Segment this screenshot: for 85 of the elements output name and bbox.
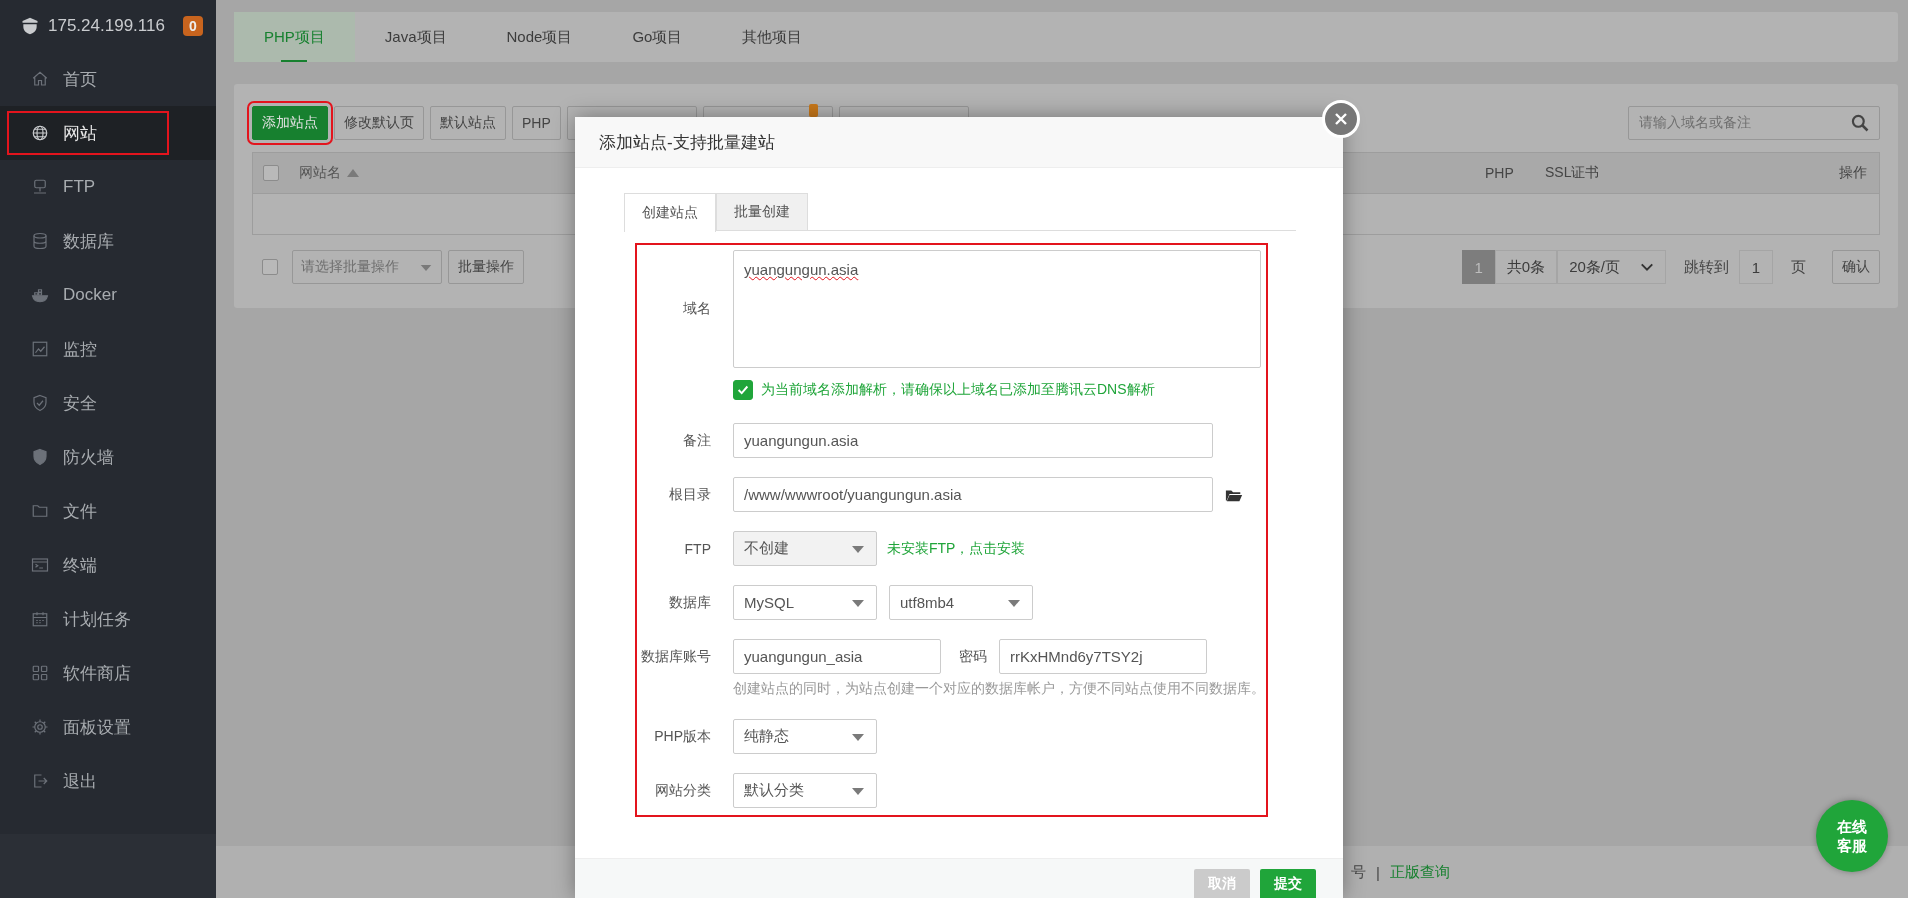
text-field[interactable]: /www/wwwroot/yuangungun.asia <box>733 477 1213 512</box>
sidebar-item[interactable]: 网站 <box>0 106 216 160</box>
toolbar-button[interactable]: PHP <box>512 106 561 140</box>
home-icon <box>31 70 49 88</box>
chart-icon <box>31 340 49 358</box>
check-icon <box>736 383 750 397</box>
search-icon <box>1850 113 1870 133</box>
sidebar-item[interactable]: 监控 <box>0 322 216 376</box>
exit-icon <box>31 772 49 790</box>
field-label: 数据库账号 <box>640 647 711 666</box>
column-header: PHP <box>1485 165 1515 181</box>
search-placeholder: 请输入域名或备注 <box>1639 114 1751 132</box>
text-field[interactable]: yuangungun_asia <box>733 639 941 674</box>
project-tab[interactable]: Node项目 <box>476 12 603 62</box>
database-icon <box>31 232 49 250</box>
project-tab[interactable]: Go项目 <box>602 12 713 62</box>
column-header[interactable]: 网站名 <box>299 164 341 182</box>
settings-icon <box>31 718 49 736</box>
column-header: SSL证书 <box>1545 164 1601 182</box>
select-all-checkbox[interactable] <box>263 165 279 181</box>
terminal-icon <box>31 556 49 574</box>
shield-icon <box>31 448 49 466</box>
project-tab[interactable]: 其他项目 <box>712 12 833 62</box>
field-label: 网站分类 <box>654 781 711 800</box>
field-label: 根目录 <box>668 485 711 504</box>
sort-icon <box>347 169 359 177</box>
confirm-button[interactable]: 确认 <box>1832 250 1880 284</box>
goto-label: 跳转到 <box>1684 257 1729 277</box>
sidebar-item[interactable]: 安全 <box>0 376 216 430</box>
calendar-icon <box>31 610 49 628</box>
toolbar-button[interactable]: 修改默认页 <box>334 106 424 140</box>
grid-icon <box>31 664 49 682</box>
sidebar-item[interactable]: 软件商店 <box>0 646 216 700</box>
dropdown[interactable]: MySQL <box>733 585 877 620</box>
password-field[interactable]: rrKxHMnd6y7TSY2j <box>999 639 1207 674</box>
notification-badge[interactable]: 0 <box>182 16 203 36</box>
field-label: PHP版本 <box>653 727 711 746</box>
close-icon <box>1333 111 1349 127</box>
sidebar-item[interactable]: 退出 <box>0 754 216 808</box>
field-label: FTP <box>683 540 711 557</box>
folder-icon <box>31 502 49 520</box>
submit-button[interactable]: 提交 <box>1260 869 1316 898</box>
project-tab[interactable]: Java项目 <box>354 12 477 62</box>
page-unit: 页 <box>1791 257 1806 277</box>
shield-logo-icon <box>20 16 40 36</box>
batch-action-button[interactable]: 批量操作 <box>448 250 524 284</box>
total-count: 共0条 <box>1494 250 1558 284</box>
sidebar-item[interactable]: 文件 <box>0 484 216 538</box>
sidebar-item[interactable]: 计划任务 <box>0 592 216 646</box>
checkbox-label: 为当前域名添加解析，请确保以上域名已添加至腾讯云DNS解析 <box>761 381 1155 399</box>
field-label: 域名 <box>682 300 711 318</box>
online-support-button[interactable]: 在线客服 <box>1816 800 1888 872</box>
column-header: 操作 <box>1839 164 1867 182</box>
server-icon <box>31 178 49 196</box>
sidebar-item[interactable]: FTP <box>0 160 216 214</box>
container-icon <box>31 286 49 304</box>
dialog-tab[interactable]: 批量创建 <box>716 193 808 230</box>
sidebar-item[interactable]: 防火墙 <box>0 430 216 484</box>
sidebar-item[interactable]: 数据库 <box>0 214 216 268</box>
dropdown[interactable]: utf8mb4 <box>889 585 1033 620</box>
dropdown[interactable]: 纯静态 <box>733 719 877 754</box>
page-input[interactable]: 1 <box>1739 250 1773 284</box>
shield-icon <box>31 394 49 412</box>
sidebar-item[interactable]: 面板设置 <box>0 700 216 754</box>
sidebar-item[interactable]: Docker <box>0 268 216 322</box>
chevron-icon <box>1640 262 1654 272</box>
text-field[interactable]: yuangungun.asia <box>733 423 1213 458</box>
sidebar-item[interactable]: 首页 <box>0 52 216 106</box>
page-size-dropdown[interactable]: 20条/页 <box>1557 250 1666 284</box>
footer-separator: | <box>1376 863 1380 881</box>
field-label: 密码 <box>959 647 987 666</box>
row-checkbox[interactable] <box>262 259 278 275</box>
checkbox[interactable] <box>733 380 753 400</box>
field-label: 数据库 <box>668 593 711 612</box>
dropdown[interactable]: 默认分类 <box>733 773 877 808</box>
domain-textarea[interactable]: yuangungun.asia <box>733 250 1261 368</box>
toolbar-button[interactable]: 默认站点 <box>430 106 506 140</box>
sidebar-item[interactable]: 终端 <box>0 538 216 592</box>
dialog-title: 添加站点-支持批量建站 <box>575 117 1343 168</box>
server-ip: 175.24.199.116 <box>48 16 165 36</box>
globe-icon <box>31 124 49 142</box>
hint-text: 创建站点的同时，为站点创建一个对应的数据库帐户，方便不同站点使用不同数据库。 <box>733 680 1266 698</box>
field-label: 备注 <box>682 431 711 450</box>
dialog-tab[interactable]: 创建站点 <box>624 193 716 232</box>
footer-text: 号 <box>1351 862 1366 882</box>
